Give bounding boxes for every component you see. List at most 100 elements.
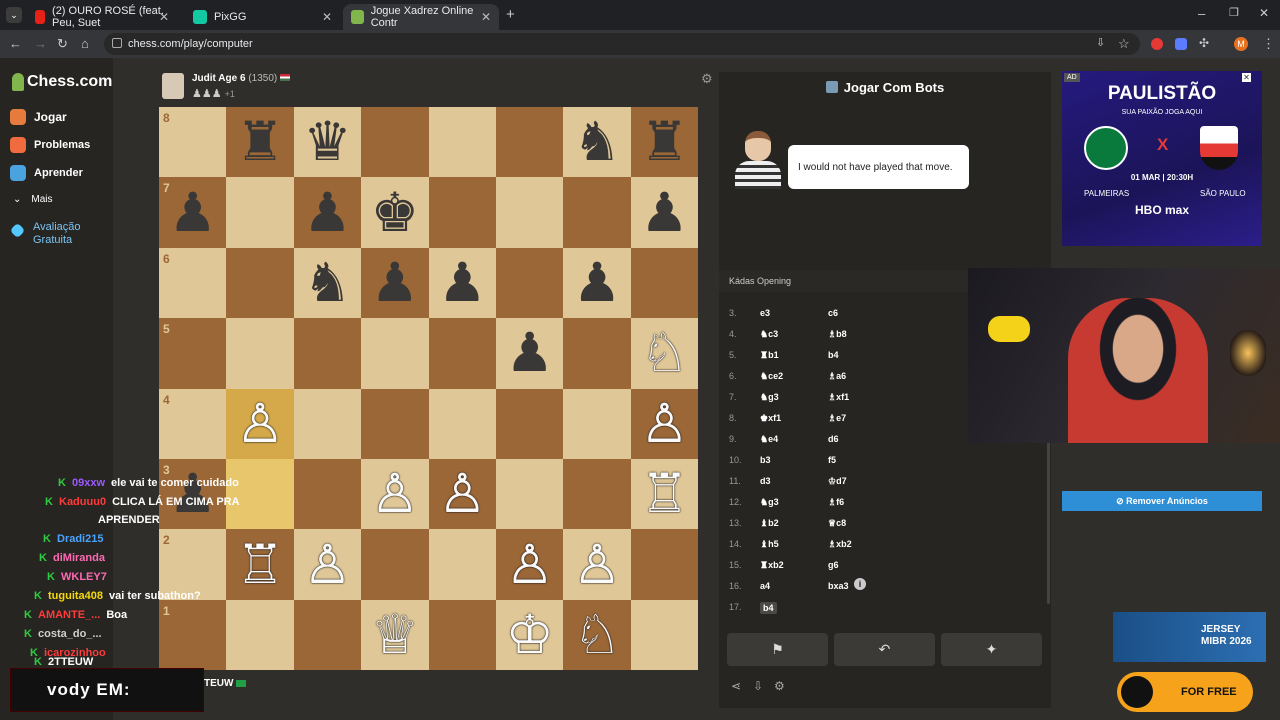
white-piece-h3[interactable]: ♖ bbox=[631, 459, 698, 529]
white-move[interactable]: ♞e4 bbox=[760, 434, 778, 445]
opponent-avatar[interactable] bbox=[162, 73, 184, 99]
extension-icon[interactable] bbox=[1175, 38, 1187, 50]
black-move[interactable]: ♗xb2 bbox=[828, 539, 852, 550]
white-move[interactable]: ♝h5 bbox=[760, 539, 779, 550]
close-icon[interactable]: ✕ bbox=[322, 10, 332, 24]
profile-avatar[interactable]: M bbox=[1234, 37, 1248, 51]
share-icon[interactable]: ⋖ bbox=[731, 679, 741, 693]
white-move[interactable]: d3 bbox=[760, 476, 771, 486]
tab-search-icon[interactable]: ⌄ bbox=[6, 7, 22, 23]
jersey-ad[interactable]: JERSEY MIBR 2026 bbox=[1113, 612, 1266, 662]
forward-icon[interactable]: → bbox=[34, 36, 47, 51]
white-move[interactable]: b4 bbox=[760, 602, 777, 614]
sidebar-item-jogar[interactable]: Jogar bbox=[10, 109, 67, 125]
player-name[interactable]: TEUW bbox=[204, 678, 247, 689]
black-move[interactable]: ♗a6 bbox=[828, 371, 846, 382]
white-move[interactable]: a4 bbox=[760, 581, 770, 591]
ad-close-icon[interactable]: ✕ bbox=[1242, 73, 1251, 82]
black-piece-c8[interactable]: ♛ bbox=[294, 107, 361, 177]
extension-icon[interactable] bbox=[1151, 38, 1163, 50]
black-piece-g8[interactable]: ♞ bbox=[563, 107, 630, 177]
white-piece-h5[interactable]: ♘ bbox=[631, 318, 698, 388]
white-move[interactable]: e3 bbox=[760, 308, 770, 318]
black-move[interactable]: b4 bbox=[828, 350, 839, 360]
tab-youtube[interactable]: (2) OURO ROSÉ (feat. Peu, Suet ✕ bbox=[27, 4, 177, 30]
white-move[interactable]: ♞c3 bbox=[760, 329, 778, 340]
black-move[interactable]: ♕c8 bbox=[828, 518, 846, 529]
white-piece-b4[interactable]: ♙ bbox=[226, 389, 293, 459]
sidebar-item-aprender[interactable]: Aprender bbox=[10, 165, 83, 181]
black-piece-h8[interactable]: ♜ bbox=[631, 107, 698, 177]
bookmark-star-icon[interactable]: ☆ bbox=[1118, 36, 1130, 52]
black-piece-c6[interactable]: ♞ bbox=[294, 248, 361, 318]
square-d5[interactable] bbox=[361, 318, 429, 389]
opponent-name[interactable]: Judit Age 6 (1350) bbox=[192, 73, 290, 84]
minimize-icon[interactable]: – bbox=[1198, 6, 1205, 21]
square-b7[interactable] bbox=[226, 177, 294, 248]
chess-board[interactable]: ♜ ♛ ♞ ♜ ♟ ♟ ♚ ♟ ♞ ♟ ♟ ♟ ♟ ♘ ♙ ♙ ♟ ♙ ♙ ♖ ♖ ♙ ♙ ♙ ♕ ♔ ♘ 8 7 6 5 4 3 2 1 a b c d e… bbox=[159, 107, 699, 671]
remove-ads-button[interactable]: ⊘ Remover Anúncios bbox=[1062, 491, 1262, 511]
white-move[interactable]: ♜xb2 bbox=[760, 560, 784, 571]
square-b5[interactable] bbox=[226, 318, 294, 389]
black-move[interactable]: d6 bbox=[828, 434, 839, 444]
sidebar-item-avaliacao[interactable]: Avaliação Gratuita bbox=[9, 221, 93, 247]
square-b3[interactable] bbox=[226, 459, 294, 530]
black-move[interactable]: ♗f6 bbox=[828, 497, 844, 508]
chat-username[interactable]: costa_do_... bbox=[38, 628, 102, 640]
chat-username[interactable]: Kaduuu0 bbox=[59, 496, 106, 508]
square-c4[interactable] bbox=[293, 388, 362, 459]
chat-username[interactable]: AMANTE_... bbox=[38, 609, 100, 621]
info-icon[interactable]: i bbox=[854, 578, 866, 590]
square-e2[interactable] bbox=[428, 529, 496, 600]
white-move[interactable]: b3 bbox=[760, 455, 771, 465]
black-piece-c7[interactable]: ♟ bbox=[294, 177, 361, 247]
chat-username[interactable]: Dradi215 bbox=[57, 533, 103, 545]
install-icon[interactable]: ⇩ bbox=[1096, 36, 1105, 49]
sidebar-item-problemas[interactable]: Problemas bbox=[10, 137, 90, 153]
tab-chess[interactable]: Jogue Xadrez Online Contr ✕ bbox=[343, 4, 499, 30]
black-move[interactable]: c6 bbox=[828, 308, 838, 318]
square-d8[interactable] bbox=[361, 107, 429, 178]
chat-username[interactable]: 2TTEUW bbox=[48, 656, 93, 668]
square-c3[interactable] bbox=[293, 459, 362, 530]
extensions-puzzle-icon[interactable]: ✣ bbox=[1199, 36, 1209, 50]
sidebar-item-mais[interactable]: ⌄ Mais bbox=[10, 194, 53, 205]
black-move[interactable]: bxa3 bbox=[828, 581, 849, 591]
chat-username[interactable]: WKLEY7 bbox=[61, 571, 107, 583]
back-icon[interactable]: ← bbox=[9, 36, 22, 51]
black-piece-f5[interactable]: ♟ bbox=[496, 318, 563, 388]
black-move[interactable]: ♗e7 bbox=[828, 413, 846, 424]
chat-username[interactable]: tuguita408 bbox=[48, 590, 103, 602]
black-piece-d6[interactable]: ♟ bbox=[361, 248, 428, 318]
chess-logo[interactable]: Chess.com bbox=[12, 73, 112, 91]
url-input[interactable]: chess.com/play/computer bbox=[104, 33, 1140, 55]
settings-gear-icon[interactable]: ⚙ bbox=[774, 679, 785, 693]
close-window-icon[interactable]: ✕ bbox=[1259, 6, 1269, 20]
white-piece-f2[interactable]: ♙ bbox=[496, 529, 563, 599]
white-move[interactable]: ♜b1 bbox=[760, 350, 779, 361]
black-move[interactable]: ♗xf1 bbox=[828, 392, 849, 403]
square-f3[interactable] bbox=[496, 459, 564, 530]
close-icon[interactable]: ✕ bbox=[159, 10, 169, 24]
square-f6[interactable] bbox=[496, 247, 564, 319]
square-d4[interactable] bbox=[361, 388, 429, 459]
white-piece-c2[interactable]: ♙ bbox=[294, 529, 361, 599]
white-piece-b2[interactable]: ♖ bbox=[226, 529, 293, 599]
square-e7[interactable] bbox=[428, 177, 496, 248]
square-c5[interactable] bbox=[293, 318, 362, 389]
square-g5[interactable] bbox=[563, 318, 631, 389]
black-piece-e6[interactable]: ♟ bbox=[429, 248, 496, 318]
black-move[interactable]: f5 bbox=[828, 455, 836, 465]
close-icon[interactable]: ✕ bbox=[481, 10, 491, 24]
white-move[interactable]: ♞g3 bbox=[760, 392, 779, 403]
square-f7[interactable] bbox=[496, 177, 564, 248]
square-d2[interactable] bbox=[361, 529, 429, 600]
download-icon[interactable]: ⇩ bbox=[753, 679, 763, 693]
square-f4[interactable] bbox=[496, 388, 564, 459]
new-tab-button[interactable]: + bbox=[506, 6, 515, 23]
chat-username[interactable]: 09xxw bbox=[72, 477, 105, 489]
square-g3[interactable] bbox=[563, 459, 631, 530]
chat-username[interactable]: diMiranda bbox=[53, 552, 105, 564]
hint-button[interactable]: ✦ bbox=[941, 633, 1042, 666]
white-move[interactable]: ♝b2 bbox=[760, 518, 779, 529]
